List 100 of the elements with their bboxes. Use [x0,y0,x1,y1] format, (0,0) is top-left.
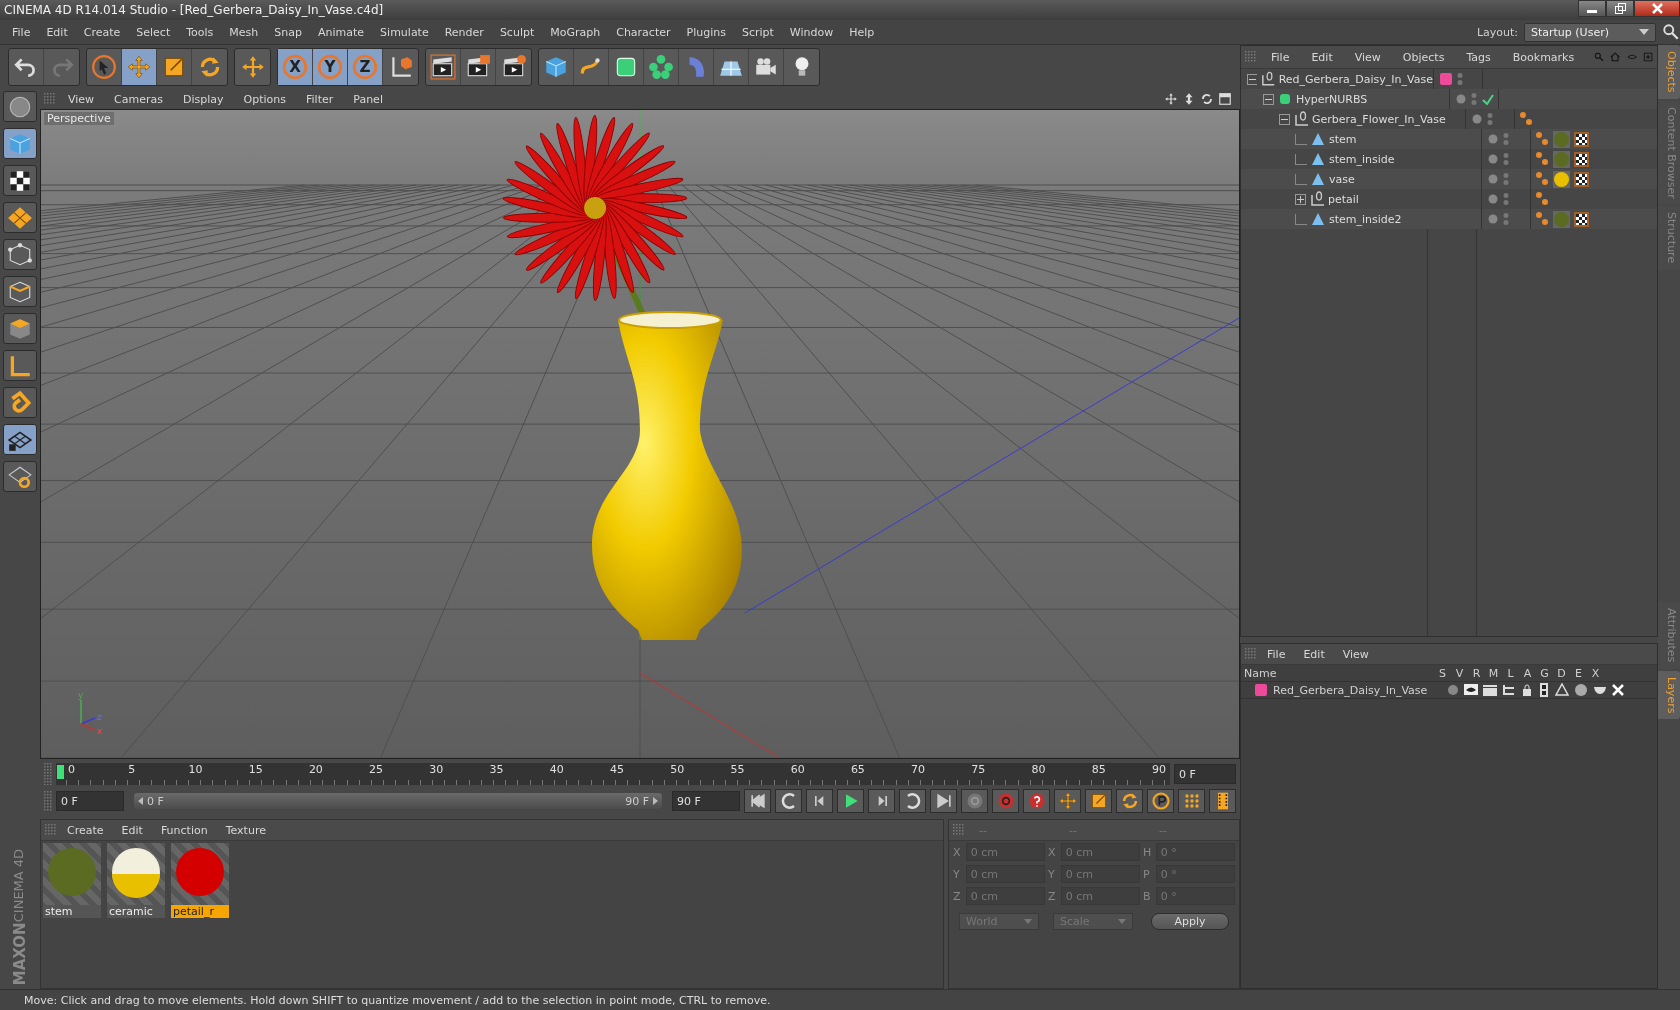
tool-button[interactable] [3,239,37,270]
object-menu-item[interactable]: Edit [1303,50,1341,64]
menu-item[interactable]: Character [608,25,679,39]
object-menu-item[interactable]: File [1263,50,1298,64]
menu-item[interactable]: Render [436,25,492,39]
phong-tag-icon[interactable] [1535,191,1549,207]
menu-item[interactable]: Plugins [678,25,734,39]
object-name[interactable]: vase [1329,172,1355,186]
phong-tag-icon[interactable] [1519,111,1533,127]
menu-item[interactable]: File [4,25,39,39]
search-icon[interactable] [1662,23,1680,41]
tool-button[interactable] [3,202,37,233]
playback-button[interactable] [1209,789,1236,813]
playback-button[interactable] [806,789,833,813]
generator-icon[interactable] [1555,683,1569,697]
menu-item[interactable]: Help [841,25,883,39]
tool-button[interactable] [3,313,37,344]
playback-button[interactable] [1178,789,1205,813]
visibility-dots-icon[interactable] [1503,172,1509,186]
phong-tag-icon[interactable] [1535,211,1549,227]
expression-icon[interactable] [1593,685,1607,695]
left-handle-icon[interactable] [138,797,143,805]
checkerboard-tag-icon[interactable] [1574,131,1589,147]
frame-range-fill[interactable]: 0 F 90 F [134,793,662,809]
collapse-icon[interactable] [1263,93,1274,105]
layer-menu-item[interactable]: Edit [1295,647,1333,661]
phong-tag-icon[interactable] [1535,131,1549,147]
menu-item[interactable]: Edit [38,25,76,39]
object-menu-item[interactable]: View [1346,50,1389,64]
right-handle-icon[interactable] [653,797,658,805]
menu-item[interactable]: Tools [178,25,222,39]
viewport-menu-item[interactable]: Options [235,92,294,106]
layer-menu-item[interactable]: View [1334,647,1377,661]
menu-item[interactable]: Script [733,25,782,39]
menu-item[interactable]: Sculpt [491,25,543,39]
object-menu-item[interactable]: Objects [1394,50,1453,64]
playback-button[interactable] [899,789,926,813]
restore-button[interactable] [1606,0,1634,17]
visibility-dots-icon[interactable] [1503,212,1509,226]
object-name[interactable]: HyperNURBS [1296,92,1368,106]
checkmark-icon[interactable] [1482,93,1494,105]
object-menu-item[interactable]: Bookmarks [1504,50,1583,64]
viewport-menu-item[interactable]: Filter [298,92,342,106]
padlock-icon[interactable] [1521,684,1533,696]
checkerboard-tag-icon[interactable] [1574,171,1589,187]
material-menu-item[interactable]: Function [152,823,216,837]
tool-button[interactable] [3,165,37,196]
viewport-menu-item[interactable]: Cameras [106,92,171,106]
playback-button[interactable] [744,789,771,813]
tool-button[interactable] [3,350,37,381]
material-menu-item[interactable]: Create [59,823,112,837]
playback-button[interactable] [1147,789,1174,813]
timeline-ruler[interactable]: 0 5 10 15 20 25 30 35 40 45 50 55 60 65 70 75 80 85 90 [56,763,1170,785]
end-frame-field[interactable]: 90 F [672,791,740,811]
viewport-menu-item[interactable]: Panel [345,92,391,106]
hierarchy-icon[interactable] [1502,684,1516,696]
material-tag-icon[interactable] [1553,170,1570,188]
viewport-menu-item[interactable]: Display [175,92,232,106]
phong-tag-icon[interactable] [1535,151,1549,167]
playback-button[interactable] [1085,789,1112,813]
object-name[interactable]: stem_inside [1329,152,1395,166]
eye-icon[interactable] [1464,684,1478,696]
tool-button[interactable] [3,91,37,122]
maximize-view-icon[interactable] [1218,92,1232,106]
material-swatch[interactable]: stem [43,843,101,918]
expand-icon[interactable] [1295,193,1306,205]
playback-button[interactable] [961,789,988,813]
visibility-dots-icon[interactable] [1503,192,1509,206]
visibility-dots-icon[interactable] [1503,132,1509,146]
current-frame-field[interactable]: 0 F [1174,764,1236,784]
material-swatch[interactable]: ceramic [107,843,165,918]
phong-tag-icon[interactable] [1535,171,1549,187]
object-name[interactable]: petail [1328,192,1359,206]
material-swatch[interactable]: petail_r [171,843,229,918]
close-button[interactable] [1634,0,1680,17]
menu-item[interactable]: Window [781,25,842,39]
playback-button[interactable] [930,789,957,813]
xref-icon[interactable] [1612,684,1624,696]
tool-button[interactable] [3,276,37,307]
clapperboard-icon[interactable] [1483,684,1497,696]
playback-button[interactable] [837,789,864,813]
layout-dropdown[interactable]: Startup (User) [1524,22,1656,42]
menu-item[interactable]: Mesh [221,25,267,39]
playback-button[interactable] [1116,789,1143,813]
menu-item[interactable]: Animate [310,25,373,39]
collapse-icon[interactable] [1279,113,1290,125]
menu-item[interactable]: Snap [266,25,310,39]
layer-name[interactable]: Red_Gerbera_Daisy_In_Vase [1273,683,1428,697]
object-name[interactable]: stem_inside2 [1329,212,1402,226]
playback-button[interactable] [1054,789,1081,813]
tool-button[interactable] [3,424,37,455]
checkerboard-tag-icon[interactable] [1574,151,1589,167]
playback-button[interactable] [775,789,802,813]
playback-button[interactable] [868,789,895,813]
start-frame-field[interactable]: 0 F [56,791,124,811]
visibility-dots-icon[interactable] [1471,92,1477,106]
visibility-dots-icon[interactable] [1503,152,1509,166]
menu-item[interactable]: Simulate [372,25,437,39]
orbit-icon[interactable] [1200,92,1214,106]
object-menu-item[interactable]: Tags [1458,50,1499,64]
